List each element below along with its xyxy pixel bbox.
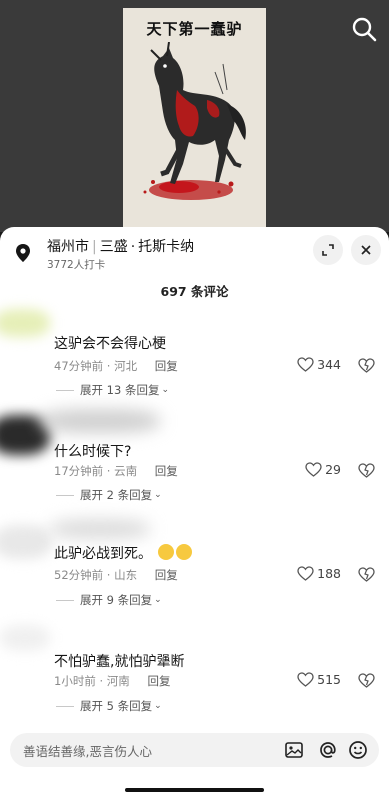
like-count: 188: [317, 566, 341, 581]
like-button[interactable]: 344: [297, 357, 341, 372]
close-icon: [361, 245, 371, 255]
blurred-username: [50, 519, 150, 539]
comment-text-body: 此驴必战到死。: [54, 546, 152, 562]
expand-button[interactable]: [313, 235, 343, 265]
comment-region: 河北: [114, 359, 138, 373]
divider: [56, 389, 74, 391]
heart-icon: [305, 462, 322, 477]
comment-text: 此驴必战到死。: [54, 543, 193, 563]
location-place-part1: 三盛: [99, 239, 128, 255]
checkin-count: 3772人打卡: [47, 259, 106, 271]
reply-button[interactable]: 回复: [147, 674, 170, 688]
reply-button[interactable]: 回复: [155, 464, 178, 478]
image-icon[interactable]: [283, 739, 305, 761]
comment-text: 这驴会不会得心梗: [54, 336, 166, 352]
comment-count: 697 条评论: [160, 284, 229, 299]
video-frame: 天下第一蠢驴: [123, 8, 266, 230]
expand-replies[interactable]: 展开 5 条回复 ⌄: [56, 698, 162, 714]
avatar[interactable]: [0, 309, 50, 337]
divider: [56, 705, 74, 707]
like-button[interactable]: 515: [297, 672, 341, 687]
close-button[interactable]: [351, 235, 381, 265]
comment-time: 52分钟前: [54, 568, 104, 582]
avatar[interactable]: [0, 525, 52, 559]
comment-meta: 1小时前 · 河南 回复: [54, 674, 171, 688]
comment-text: 不怕驴蠢,就怕驴犟断: [54, 654, 185, 670]
comment-sheet: 福州市 | 三盛 · 托斯卡纳 3772人打卡 697 条评论 这驴会不会得心梗 47分…: [0, 227, 389, 800]
heart-icon: [297, 357, 314, 372]
like-count: 515: [317, 672, 341, 687]
like-button[interactable]: 188: [297, 566, 341, 581]
painting-title: 天下第一蠢驴: [146, 20, 243, 38]
comment-text: 什么时候下?: [54, 444, 132, 460]
expand-label: 展开 13 条回复: [80, 383, 160, 397]
location-header[interactable]: 福州市 | 三盛 · 托斯卡纳 3772人打卡: [0, 227, 389, 275]
like-button[interactable]: 29: [305, 462, 341, 477]
dislike-icon[interactable]: [358, 567, 375, 582]
dislike-icon[interactable]: [358, 358, 375, 373]
avatar[interactable]: [0, 625, 50, 651]
reply-button[interactable]: 回复: [155, 359, 178, 373]
comment-item: 此驴必战到死。 52分钟前 · 山东 回复 188 展开 9 条回复 ⌄: [0, 515, 389, 615]
reply-button[interactable]: 回复: [155, 568, 178, 582]
laughing-crying-emoji-icon: [158, 544, 175, 560]
comment-region: 山东: [114, 568, 138, 582]
horse-painting: [143, 42, 246, 200]
separator: |: [92, 239, 97, 255]
location-name[interactable]: 福州市 | 三盛 · 托斯卡纳: [47, 236, 194, 256]
chevron-down-icon: ⌄: [154, 490, 162, 500]
comment-item: 这驴会不会得心梗 47分钟前 · 河北 回复 344 展开 13 条回复 ⌄: [0, 305, 389, 400]
search-icon[interactable]: [351, 16, 377, 42]
laughing-crying-emoji-icon: [176, 544, 193, 560]
comment-region: 云南: [114, 464, 138, 478]
dislike-icon[interactable]: [358, 463, 375, 478]
location-city: 福州市: [47, 239, 89, 255]
comment-time: 47分钟前: [54, 359, 104, 373]
at-mention-icon[interactable]: [317, 739, 339, 761]
divider: [56, 494, 74, 496]
comment-input-placeholder[interactable]: 善语结善缘,恶言伤人心: [23, 741, 152, 760]
chevron-down-icon: ⌄: [154, 701, 162, 711]
location-pin-icon: [16, 244, 30, 262]
expand-label: 展开 2 条回复: [80, 488, 153, 502]
home-indicator[interactable]: [125, 788, 264, 792]
expand-label: 展开 9 条回复: [80, 593, 153, 607]
comment-time: 1小时前: [54, 674, 96, 688]
expand-replies[interactable]: 展开 2 条回复 ⌄: [56, 487, 162, 503]
chevron-down-icon: ⌄: [161, 385, 169, 395]
heart-icon: [297, 566, 314, 581]
comment-region: 河南: [106, 674, 130, 688]
chevron-down-icon: ⌄: [154, 595, 162, 605]
comment-meta: 17分钟前 · 云南 回复: [54, 464, 178, 478]
blurred-username: [40, 409, 160, 433]
dot-separator: ·: [130, 239, 136, 255]
expand-replies[interactable]: 展开 13 条回复 ⌄: [56, 382, 169, 398]
comment-item: 什么时候下? 17分钟前 · 云南 回复 29 展开 2 条回复 ⌄: [0, 407, 389, 507]
expand-replies[interactable]: 展开 9 条回复 ⌄: [56, 592, 162, 608]
comment-input-bar[interactable]: 善语结善缘,恶言伤人心: [10, 733, 379, 767]
comment-time: 17分钟前: [54, 464, 104, 478]
like-count: 29: [325, 462, 341, 477]
expand-label: 展开 5 条回复: [80, 699, 153, 713]
comment-meta: 52分钟前 · 山东 回复: [54, 568, 178, 582]
dislike-icon[interactable]: [358, 673, 375, 688]
video-player[interactable]: 天下第一蠢驴: [0, 0, 389, 232]
comment-meta: 47分钟前 · 河北 回复: [54, 359, 178, 373]
divider: [56, 599, 74, 601]
heart-icon: [297, 672, 314, 687]
location-place-part2: 托斯卡纳: [138, 239, 195, 255]
like-count: 344: [317, 357, 341, 372]
emoji-icon[interactable]: [347, 739, 369, 761]
expand-icon: [322, 244, 334, 256]
comment-item: 不怕驴蠢,就怕驴犟断 1小时前 · 河南 回复 515 展开 5 条回复 ⌄: [0, 625, 389, 725]
